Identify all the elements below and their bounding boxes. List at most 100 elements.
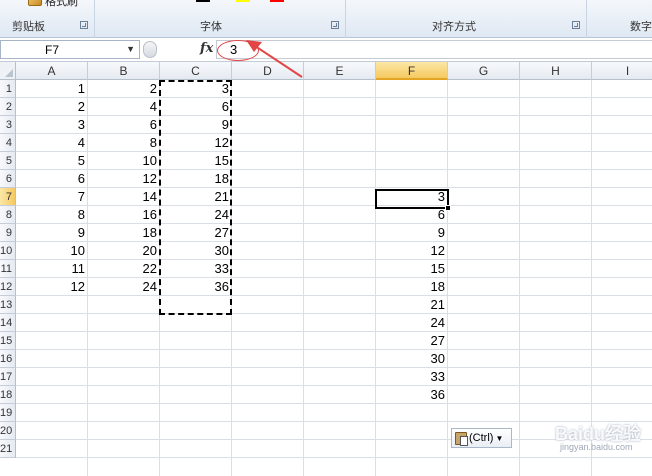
row-header-2[interactable]: 2	[0, 98, 16, 116]
cell-a11[interactable]: 11	[16, 260, 88, 278]
row-header-14[interactable]: 14	[0, 314, 16, 332]
cell-f18[interactable]: 36	[376, 386, 448, 404]
name-box-value: F7	[45, 43, 60, 57]
column-header-g[interactable]: G	[448, 62, 520, 80]
cell-f11[interactable]: 15	[376, 260, 448, 278]
cell-b5[interactable]: 10	[88, 152, 160, 170]
row-header-12[interactable]: 12	[0, 278, 16, 296]
cell-c4[interactable]: 12	[160, 134, 232, 152]
format-painter-button[interactable]: 格式刷	[28, 0, 78, 8]
cell-b4[interactable]: 8	[88, 134, 160, 152]
cell-f13[interactable]: 21	[376, 296, 448, 314]
cell-a3[interactable]: 3	[16, 116, 88, 134]
paste-options-button[interactable]: (Ctrl) ▼	[451, 428, 512, 448]
cell-b11[interactable]: 22	[88, 260, 160, 278]
cell-b1[interactable]: 2	[88, 80, 160, 98]
cell-b9[interactable]: 18	[88, 224, 160, 242]
row-header-3[interactable]: 3	[0, 116, 16, 134]
column-header-c[interactable]: C	[160, 62, 232, 80]
chevron-down-icon[interactable]: ▼	[126, 44, 135, 54]
row-header-13[interactable]: 13	[0, 296, 16, 314]
cell-f15[interactable]: 27	[376, 332, 448, 350]
row-header-11[interactable]: 11	[0, 260, 16, 278]
cell-a8[interactable]: 8	[16, 206, 88, 224]
column-header-e[interactable]: E	[304, 62, 376, 80]
text-color-swatch[interactable]	[270, 0, 284, 2]
cell-a12[interactable]: 12	[16, 278, 88, 296]
cell-f8[interactable]: 6	[376, 206, 448, 224]
row-header-16[interactable]: 16	[0, 350, 16, 368]
row-header-1[interactable]: 1	[0, 80, 16, 98]
gridline	[16, 367, 652, 368]
cell-c6[interactable]: 18	[160, 170, 232, 188]
gridline	[16, 385, 652, 386]
row-header-8[interactable]: 8	[0, 206, 16, 224]
row-header-19[interactable]: 19	[0, 404, 16, 422]
cell-a1[interactable]: 1	[16, 80, 88, 98]
cell-f7[interactable]: 3	[376, 188, 448, 206]
row-header-6[interactable]: 6	[0, 170, 16, 188]
cell-c8[interactable]: 24	[160, 206, 232, 224]
cell-c5[interactable]: 15	[160, 152, 232, 170]
cell-a9[interactable]: 9	[16, 224, 88, 242]
cell-b8[interactable]: 16	[88, 206, 160, 224]
name-box[interactable]: F7 ▼	[0, 40, 140, 59]
column-header-a[interactable]: A	[16, 62, 88, 80]
cell-f14[interactable]: 24	[376, 314, 448, 332]
format-painter-icon	[28, 0, 42, 6]
row-header-18[interactable]: 18	[0, 386, 16, 404]
insert-function-icon[interactable]: fx	[200, 41, 213, 56]
cell-c12[interactable]: 36	[160, 278, 232, 296]
row-header-5[interactable]: 5	[0, 152, 16, 170]
cell-c3[interactable]: 9	[160, 116, 232, 134]
cell-b10[interactable]: 20	[88, 242, 160, 260]
alignment-launcher-icon[interactable]	[572, 21, 580, 29]
row-header-9[interactable]: 9	[0, 224, 16, 242]
formula-input[interactable]	[216, 40, 652, 59]
cell-c10[interactable]: 30	[160, 242, 232, 260]
fill-handle[interactable]	[445, 205, 451, 211]
row-header-21[interactable]: 21	[0, 440, 16, 458]
font-launcher-icon[interactable]	[331, 21, 339, 29]
clipboard-launcher-icon[interactable]	[80, 21, 88, 29]
gridline	[16, 403, 652, 404]
row-header-17[interactable]: 17	[0, 368, 16, 386]
cell-a4[interactable]: 4	[16, 134, 88, 152]
cell-f16[interactable]: 30	[376, 350, 448, 368]
column-header-h[interactable]: H	[520, 62, 592, 80]
row-header-7[interactable]: 7	[0, 188, 16, 206]
cell-a6[interactable]: 6	[16, 170, 88, 188]
cell-a7[interactable]: 7	[16, 188, 88, 206]
cell-c11[interactable]: 33	[160, 260, 232, 278]
cell-c9[interactable]: 27	[160, 224, 232, 242]
row-header-15[interactable]: 15	[0, 332, 16, 350]
cell-f9[interactable]: 9	[376, 224, 448, 242]
font-color-swatch[interactable]	[196, 0, 210, 2]
cell-c7[interactable]: 21	[160, 188, 232, 206]
cell-f10[interactable]: 12	[376, 242, 448, 260]
cell-f12[interactable]: 18	[376, 278, 448, 296]
formula-bar-resize-handle[interactable]	[143, 41, 157, 58]
column-header-d[interactable]: D	[232, 62, 304, 80]
row-header-20[interactable]: 20	[0, 422, 16, 440]
row-header-4[interactable]: 4	[0, 134, 16, 152]
column-header-f[interactable]: F	[376, 62, 448, 80]
column-header-i[interactable]: I	[592, 62, 652, 80]
cell-c2[interactable]: 6	[160, 98, 232, 116]
column-header-b[interactable]: B	[88, 62, 160, 80]
worksheet-grid[interactable]: A B C D E F G H I 1 2 3 4 5 6 7 8 9 10 11 12 13 14 15 16 17 18 19 20…	[0, 62, 652, 476]
cell-b6[interactable]: 12	[88, 170, 160, 188]
cell-c1[interactable]: 3	[160, 80, 232, 98]
cell-a5[interactable]: 5	[16, 152, 88, 170]
row-header-10[interactable]: 10	[0, 242, 16, 260]
cell-a2[interactable]: 2	[16, 98, 88, 116]
cell-f17[interactable]: 33	[376, 368, 448, 386]
cell-b3[interactable]: 6	[88, 116, 160, 134]
highlight-color-swatch[interactable]	[236, 0, 250, 2]
cell-a10[interactable]: 10	[16, 242, 88, 260]
watermark-url: jingyan.baidu.com	[560, 442, 633, 452]
select-all-button[interactable]	[0, 62, 16, 80]
cell-b12[interactable]: 24	[88, 278, 160, 296]
cell-b2[interactable]: 4	[88, 98, 160, 116]
cell-b7[interactable]: 14	[88, 188, 160, 206]
